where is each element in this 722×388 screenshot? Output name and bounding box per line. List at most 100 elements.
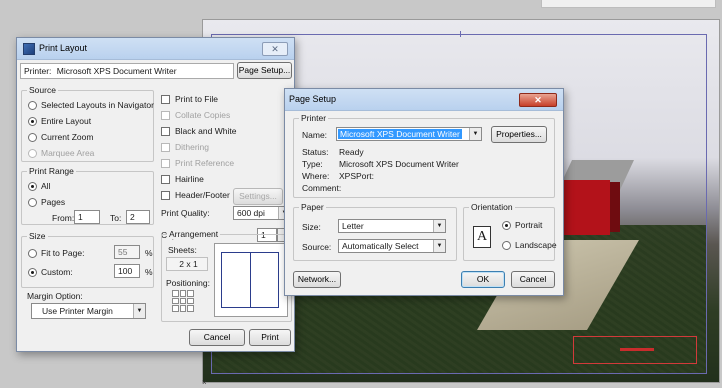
print-range-legend: Print Range — [27, 166, 76, 176]
option-label: Landscape — [515, 240, 557, 250]
ps-portrait-radio[interactable]: Portrait — [502, 220, 542, 230]
chevron-down-icon: ▼ — [469, 128, 481, 140]
print-layout-cancel-button[interactable]: Cancel — [189, 329, 245, 346]
sheet-preview — [214, 243, 288, 317]
hairline-checkbox[interactable]: Hairline — [161, 174, 204, 184]
checkbox-label: Print to File — [175, 94, 218, 104]
custom-percent-label: % — [145, 267, 153, 277]
top-tab-strip — [541, 0, 716, 8]
print-range-pages-radio[interactable]: Pages — [28, 197, 65, 207]
checkbox-icon — [161, 174, 170, 184]
printer-field: Printer: Microsoft XPS Document Writer — [20, 63, 234, 79]
source-current-zoom-radio[interactable]: Current Zoom — [28, 132, 93, 142]
header-footer-settings-button: Settings... — [233, 188, 283, 205]
pos-cell[interactable] — [172, 305, 179, 312]
fit-percent-label: % — [145, 248, 153, 258]
size-group: Size Fit to Page: 55 % Custom: 100 % — [21, 231, 154, 288]
print-button[interactable]: Print — [249, 329, 291, 346]
orientation-page-icon: A — [473, 226, 491, 248]
select-value: 600 dpi — [237, 208, 265, 218]
fit-to-page-input[interactable]: 55 — [114, 245, 140, 259]
radio-icon — [502, 220, 511, 230]
ps-type-label: Type: — [302, 159, 323, 169]
page-setup-titlebar[interactable]: Page Setup ✕ — [285, 89, 563, 111]
ps-status-value: Ready — [339, 147, 364, 157]
ps-paper-source-select[interactable]: Automatically Select ▼ — [338, 239, 446, 253]
building-side — [610, 182, 620, 232]
pos-cell[interactable] — [172, 297, 179, 305]
page-setup-button[interactable]: Page Setup... — [237, 62, 292, 79]
option-label: Marquee Area — [41, 148, 95, 158]
pos-cell[interactable] — [187, 297, 194, 305]
ps-cancel-button[interactable]: Cancel — [511, 271, 555, 288]
pos-cell[interactable] — [187, 305, 194, 312]
printer-value: Microsoft XPS Document Writer — [56, 66, 177, 76]
checkbox-label: Header/Footer — [175, 190, 230, 200]
margin-option-label: Margin Option: — [27, 291, 83, 301]
header-footer-checkbox[interactable]: Header/Footer — [161, 190, 230, 200]
sheet-preview-pages — [221, 252, 279, 308]
radio-icon — [28, 197, 37, 207]
pos-cell[interactable] — [179, 305, 187, 312]
dialog-title: Page Setup — [289, 94, 337, 104]
ps-comment-label: Comment: — [302, 183, 342, 193]
ps-name-label: Name: — [302, 130, 328, 140]
to-label: To: — [110, 213, 122, 223]
print-range-group: Print Range All Pages From: 1 To: 2 — [21, 166, 154, 225]
close-button[interactable]: ✕ — [262, 42, 288, 56]
source-entire-layout-radio[interactable]: Entire Layout — [28, 116, 91, 126]
select-value: Automatically Select — [342, 241, 419, 251]
radio-icon — [28, 100, 37, 110]
ps-size-label: Size: — [302, 222, 321, 232]
arrangement-group: Arrangement Sheets: 2 x 1 Positioning: — [161, 229, 292, 322]
radio-icon — [502, 240, 511, 250]
arrangement-legend: Arrangement — [167, 229, 221, 239]
from-label: From: — [52, 213, 75, 223]
source-selected-layouts-radio[interactable]: Selected Layouts in Navigator — [28, 100, 154, 110]
print-quality-select[interactable]: 600 dpi ▼ — [233, 206, 291, 220]
black-and-white-checkbox[interactable]: Black and White — [161, 126, 236, 136]
margin-option-select[interactable]: Use Printer Margin ▼ — [31, 303, 146, 319]
ps-printer-name-select[interactable]: Microsoft XPS Document Writer ▼ — [336, 127, 482, 141]
pos-cell[interactable] — [179, 290, 187, 297]
fit-to-page-radio[interactable]: Fit to Page: — [28, 248, 84, 258]
checkbox-label: Print Reference — [175, 158, 235, 168]
option-label: Portrait — [515, 220, 543, 230]
radio-icon — [28, 267, 37, 277]
custom-size-input[interactable]: 100 — [114, 264, 140, 278]
pos-cell[interactable] — [172, 290, 179, 297]
ps-ok-button[interactable]: OK — [461, 271, 505, 288]
chevron-down-icon: ▼ — [433, 220, 445, 232]
checkbox-label: Collate Copies — [175, 110, 231, 120]
ps-paper-size-select[interactable]: Letter ▼ — [338, 219, 446, 233]
positioning-grid[interactable] — [172, 290, 194, 312]
print-quality-label: Print Quality: — [161, 208, 210, 218]
print-reference-checkbox: Print Reference — [161, 158, 234, 168]
option-label: Fit to Page: — [41, 248, 85, 258]
title-block — [573, 336, 697, 364]
ps-network-button[interactable]: Network... — [293, 271, 341, 288]
checkbox-icon — [161, 158, 170, 168]
sheets-label: Sheets: — [168, 245, 197, 255]
print-to-file-checkbox[interactable]: Print to File — [161, 94, 218, 104]
ps-printer-legend: Printer — [299, 113, 329, 123]
radio-icon — [28, 116, 37, 126]
print-range-all-radio[interactable]: All — [28, 181, 50, 191]
close-button[interactable]: ✕ — [519, 93, 557, 107]
pos-cell[interactable] — [179, 297, 187, 305]
print-layout-titlebar[interactable]: Print Layout ✕ — [17, 38, 294, 60]
dithering-checkbox: Dithering — [161, 142, 209, 152]
from-input[interactable]: 1 — [74, 210, 100, 224]
ps-properties-button[interactable]: Properties... — [491, 126, 547, 143]
corner-marker: × — [202, 378, 207, 387]
dialog-title: Print Layout — [39, 43, 88, 53]
source-marquee-area-radio: Marquee Area — [28, 148, 94, 158]
to-input[interactable]: 2 — [126, 210, 150, 224]
source-legend: Source — [27, 85, 58, 95]
custom-size-radio[interactable]: Custom: — [28, 267, 73, 277]
ps-landscape-radio[interactable]: Landscape — [502, 240, 557, 250]
select-value: Microsoft XPS Document Writer — [338, 129, 462, 139]
pos-cell[interactable] — [187, 290, 194, 297]
building-model — [555, 160, 634, 235]
source-group: Source Selected Layouts in Navigator Ent… — [21, 85, 154, 162]
